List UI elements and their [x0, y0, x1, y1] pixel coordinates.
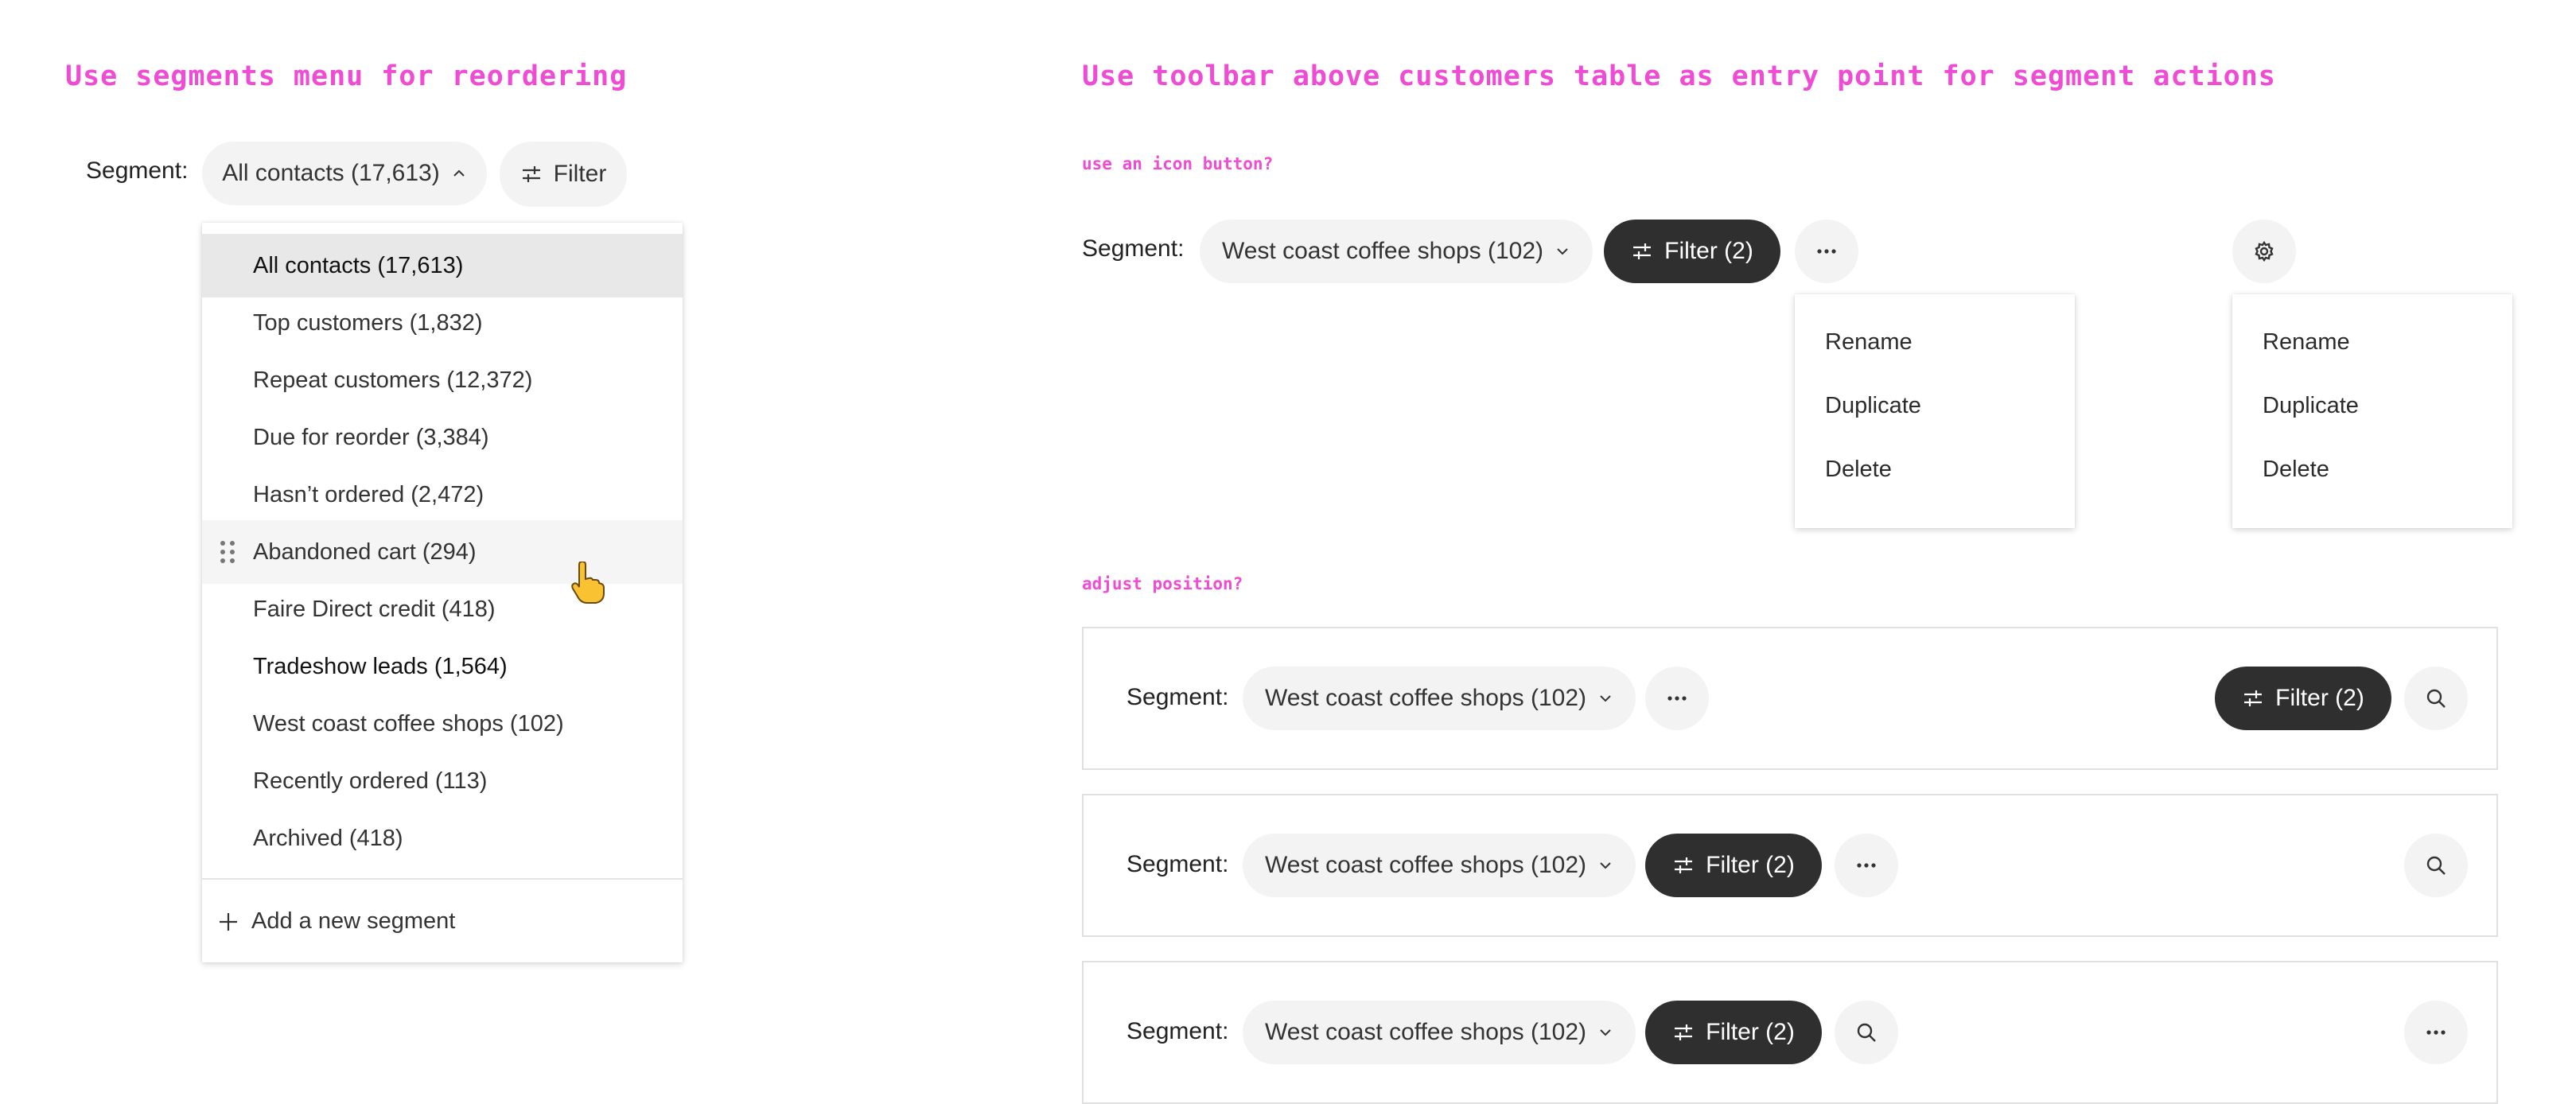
search-button[interactable]: [1835, 1001, 1898, 1064]
filter-button[interactable]: Filter (2): [1645, 1001, 1822, 1064]
segment-actions-menu: Rename Duplicate Delete: [1795, 294, 2075, 528]
more-button[interactable]: [1795, 220, 1858, 283]
segment-label: Segment:: [1127, 684, 1229, 710]
toolbar-variant-3: Segment: West coast coffee shops (102) F…: [1082, 961, 2498, 1104]
note-adjust-position: adjust position?: [1082, 574, 1243, 593]
segment-select[interactable]: West coast coffee shops (102): [1243, 834, 1636, 897]
dropdown-item[interactable]: All contacts (17,613): [202, 234, 683, 297]
chevron-down-icon: [1597, 1024, 1613, 1040]
dropdown-item[interactable]: Hasn’t ordered (2,472): [202, 463, 683, 527]
search-button[interactable]: [2404, 667, 2468, 730]
segment-select[interactable]: West coast coffee shops (102): [1243, 1001, 1636, 1064]
menu-item-rename[interactable]: Rename: [2263, 329, 2512, 356]
right-section-title: Use toolbar above customers table as ent…: [1082, 60, 2276, 92]
note-icon-button: use an icon button?: [1082, 154, 1274, 173]
search-icon: [2426, 855, 2446, 876]
dropdown-item[interactable]: Recently ordered (113): [202, 749, 683, 813]
sliders-icon: [520, 163, 543, 185]
search-icon: [1856, 1022, 1877, 1043]
dropdown-item[interactable]: Repeat customers (12,372): [202, 348, 683, 412]
segment-select-value: All contacts (17,613): [222, 160, 440, 186]
filter-button[interactable]: Filter (2): [2215, 667, 2391, 730]
menu-item-rename[interactable]: Rename: [1825, 329, 2075, 356]
filter-button-label: Filter: [553, 161, 607, 187]
menu-item-delete[interactable]: Delete: [2263, 457, 2512, 483]
menu-item-delete[interactable]: Delete: [1825, 457, 2075, 483]
menu-item-duplicate[interactable]: Duplicate: [1825, 393, 2075, 419]
segment-select-value: West coast coffee shops (102): [1264, 852, 1587, 878]
settings-button[interactable]: [2232, 220, 2296, 283]
filter-button[interactable]: Filter (2): [1604, 220, 1780, 283]
segment-select-value: West coast coffee shops (102): [1264, 685, 1587, 711]
dropdown-divider: [202, 878, 683, 880]
dropdown-item[interactable]: Due for reorder (3,384): [202, 406, 683, 469]
search-icon: [2426, 688, 2446, 709]
filter-button[interactable]: Filter: [500, 142, 627, 207]
segment-select-value: West coast coffee shops (102): [1221, 238, 1544, 264]
filter-button-label: Filter (2): [2275, 685, 2364, 711]
more-button[interactable]: [1835, 834, 1898, 897]
more-horizontal-icon: [1816, 248, 1837, 255]
more-horizontal-icon: [2426, 1029, 2446, 1036]
filter-button-label: Filter (2): [1706, 852, 1795, 878]
dropdown-item[interactable]: Faire Direct credit (418): [202, 577, 683, 641]
search-button[interactable]: [2404, 834, 2468, 897]
dropdown-item[interactable]: Top customers (1,832): [202, 291, 683, 355]
dropdown-item[interactable]: Tradeshow leads (1,564): [202, 635, 683, 698]
filter-button-label: Filter (2): [1664, 238, 1753, 264]
dropdown-item[interactable]: West coast coffee shops (102): [202, 692, 683, 756]
segment-label: Segment:: [1127, 851, 1229, 877]
dropdown-item-hovered[interactable]: Abandoned cart (294): [202, 520, 683, 584]
chevron-down-icon: [1555, 243, 1570, 259]
sliders-icon: [1631, 240, 1653, 262]
segment-select[interactable]: All contacts (17,613): [202, 142, 487, 205]
segment-label: Segment:: [1082, 235, 1185, 262]
filter-button[interactable]: Filter (2): [1645, 834, 1822, 897]
segment-label: Segment:: [1127, 1018, 1229, 1044]
segment-select[interactable]: West coast coffee shops (102): [1243, 667, 1636, 730]
segment-dropdown: All contacts (17,613) Top customers (1,8…: [202, 223, 683, 962]
chevron-down-icon: [1597, 690, 1613, 706]
chevron-up-icon: [451, 165, 467, 181]
gear-icon: [2254, 241, 2274, 262]
settings-menu: Rename Duplicate Delete: [2232, 294, 2512, 528]
segment-label: Segment:: [86, 157, 189, 184]
more-button[interactable]: [2404, 1001, 2468, 1064]
toolbar-variant-1: Segment: West coast coffee shops (102) F…: [1082, 627, 2498, 770]
sliders-icon: [2242, 687, 2264, 709]
add-segment-button[interactable]: Add a new segment: [202, 889, 683, 953]
plus-icon: [218, 912, 239, 932]
toolbar-variant-2: Segment: West coast coffee shops (102) F…: [1082, 794, 2498, 937]
chevron-down-icon: [1597, 857, 1613, 873]
more-horizontal-icon: [1667, 695, 1687, 702]
sliders-icon: [1672, 1021, 1695, 1044]
dropdown-item[interactable]: Archived (418): [202, 807, 683, 870]
drag-handle-icon[interactable]: [218, 539, 237, 565]
more-button[interactable]: [1645, 667, 1709, 730]
pointing-hand-cursor-icon: [570, 562, 605, 604]
segment-select[interactable]: West coast coffee shops (102): [1200, 220, 1593, 283]
left-section-title: Use segments menu for reordering: [65, 60, 628, 92]
sliders-icon: [1672, 854, 1695, 877]
menu-item-duplicate[interactable]: Duplicate: [2263, 393, 2512, 419]
more-horizontal-icon: [1856, 862, 1877, 869]
